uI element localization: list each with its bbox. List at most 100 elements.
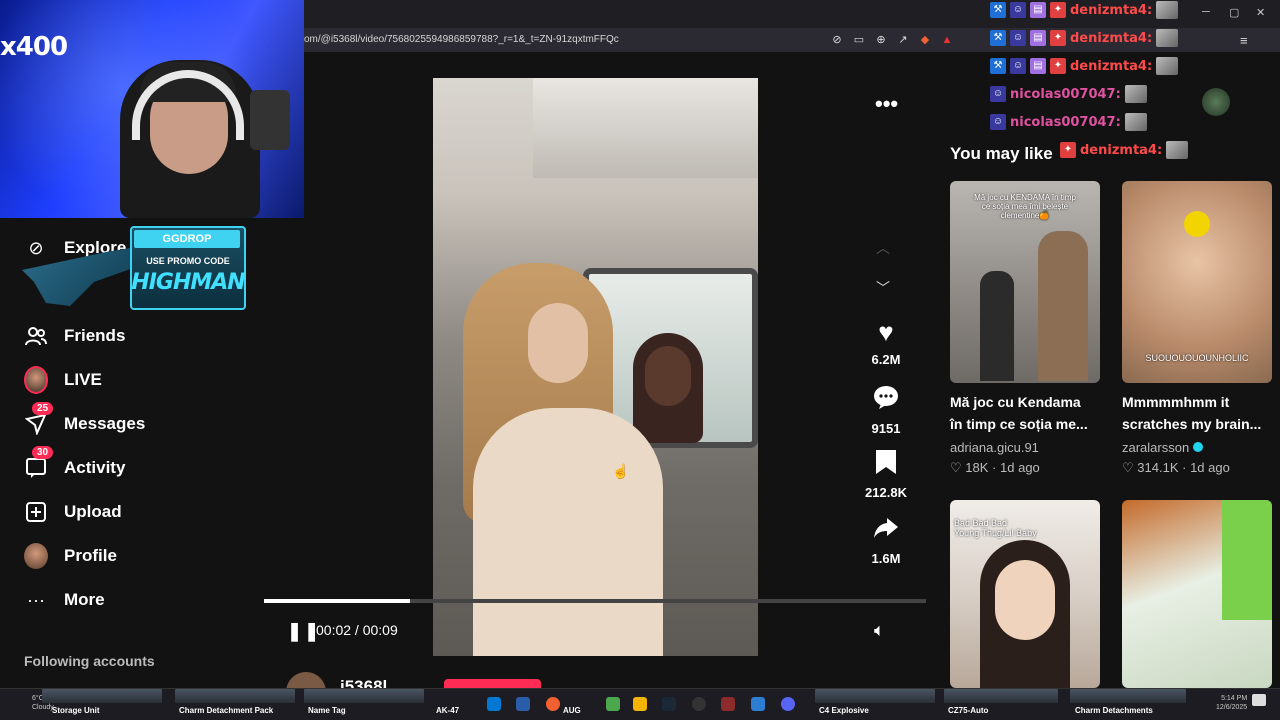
recommendation-likes: 18K <box>965 460 989 475</box>
stream-counter: x400 <box>0 32 68 62</box>
chat-emote <box>1124 113 1147 131</box>
recommendation-thumbnail[interactable] <box>1122 500 1272 688</box>
brave-browser-icon[interactable] <box>546 697 560 711</box>
badge-icon: ✦ <box>1050 58 1066 74</box>
badge-icon: ▤ <box>1030 2 1046 18</box>
url-text[interactable]: om/@i5368l/video/7568025594986859788?_r=… <box>304 34 619 45</box>
chat-message: ⚒ ☺ ▤ ✦ denizmta4: <box>990 0 1179 20</box>
brave-shield-icon[interactable]: ◆ <box>918 33 932 47</box>
screen: { "browser": { "url": "om/@i5368l/video/… <box>0 0 1280 720</box>
taskbar-item[interactable]: C4 Explosive <box>819 706 869 715</box>
chat-emote <box>1166 141 1189 159</box>
close-icon[interactable]: ✕ <box>1256 6 1265 19</box>
comment-button[interactable]: 9151 <box>856 384 916 436</box>
menu-icon[interactable]: ≡ <box>1240 33 1248 48</box>
recommendation-user[interactable]: adriana.gicu.91 <box>950 440 1039 455</box>
recommendation-meta: ♡ 18K · 1d ago <box>950 460 1040 476</box>
save-button[interactable]: 212.8K <box>856 450 916 500</box>
rewards-icon[interactable]: ▲ <box>940 33 954 47</box>
app-icon[interactable] <box>751 697 765 711</box>
zoom-icon[interactable]: ⊕ <box>874 33 888 47</box>
recommendation-thumbnail[interactable]: SUOUOUOUOUNHOLIIC <box>1122 181 1272 383</box>
like-button[interactable]: ♥ 6.2M <box>856 318 916 367</box>
taskbar-item[interactable]: Storage Unit <box>52 706 100 715</box>
sidebar-item-upload[interactable]: Upload <box>24 496 122 528</box>
badge-icon: ⚒ <box>990 30 1006 46</box>
recommendation-user-name: zaralarsson <box>1122 440 1190 455</box>
user-avatar[interactable] <box>1202 88 1230 116</box>
sidebar-item-messages[interactable]: 25 Messages <box>24 402 145 440</box>
chat-message: ⚒ ☺ ▤ ✦ denizmta4: <box>990 28 1179 48</box>
upload-icon <box>24 500 48 524</box>
chat-message: ✦ denizmta4: <box>1060 140 1189 160</box>
chat-message: ⚒ ☺ ▤ ✦ denizmta4: <box>990 56 1179 76</box>
recommendation-likes: 314.1K <box>1137 460 1179 475</box>
chat-message: ☺ nicolas007047: <box>990 112 1147 132</box>
discord-icon[interactable] <box>781 697 795 711</box>
messages-icon: 25 <box>24 402 54 436</box>
reader-icon[interactable]: ▭ <box>852 33 866 47</box>
video-time: 00:02 / 00:09 <box>316 622 398 638</box>
share-arrow-icon <box>856 516 916 545</box>
comment-count: 9151 <box>871 421 901 436</box>
sidebar-item-live[interactable]: LIVE <box>24 364 102 396</box>
mute-tab-icon[interactable]: ⊘ <box>830 33 844 47</box>
promo-code: HIGHMAN <box>131 270 245 295</box>
sidebar-item-label: Friends <box>64 326 126 345</box>
video-scene-body <box>473 408 663 656</box>
weather-desc: Cloudy <box>32 704 54 711</box>
chat-emote <box>1156 1 1179 19</box>
sidebar-item-profile[interactable]: Profile <box>24 540 117 572</box>
app-icon[interactable] <box>721 697 735 711</box>
badge-icon: ☺ <box>1010 30 1026 46</box>
recommendation-title[interactable]: Mmmmmhmm it scratches my brain... <box>1122 391 1272 435</box>
next-video-icon[interactable]: ﹀ <box>876 278 890 298</box>
more-options-icon[interactable]: ••• <box>875 93 898 115</box>
previous-video-icon[interactable]: ︿ <box>876 238 890 258</box>
recommendation-thumbnail[interactable]: Mă joc cu KENDAMA în timp ce soția mea î… <box>950 181 1100 383</box>
recommendation-title-line: în timp ce soția me... <box>950 416 1088 432</box>
notification-icon[interactable] <box>1252 694 1266 706</box>
taskbar-item[interactable]: Charm Detachments <box>1075 706 1153 715</box>
windows-start-icon[interactable] <box>487 697 501 711</box>
taskbar-item[interactable]: Charm Detachment Pack <box>179 706 273 715</box>
taskbar-item[interactable]: CZ75-Auto <box>948 706 988 715</box>
minimize-icon[interactable]: ─ <box>1202 6 1210 18</box>
recommendation-thumbnail[interactable]: Bad Bad Bad Young Thug/Lil Baby <box>950 500 1100 688</box>
taskbar-item[interactable]: Name Tag <box>308 706 346 715</box>
recommendation-age: 1d ago <box>1000 460 1040 475</box>
clock-time: 5:14 PM <box>1221 695 1248 702</box>
obs-icon[interactable] <box>692 697 706 711</box>
folder-icon[interactable] <box>633 697 647 711</box>
volume-icon[interactable]: 🔈︎ <box>874 620 885 641</box>
badge-icon: ✦ <box>1050 30 1066 46</box>
system-clock[interactable]: 5:14 PM 12/6/2025 <box>1216 694 1247 712</box>
profile-avatar <box>24 543 48 569</box>
app-icon[interactable] <box>606 697 620 711</box>
recommendation-title-line: scratches my brain... <box>1122 416 1262 432</box>
sidebar-item-activity[interactable]: 30 Activity <box>24 446 125 484</box>
video-progress-bar[interactable] <box>264 599 926 603</box>
share-icon[interactable]: ↗ <box>896 33 910 47</box>
activity-icon: 30 <box>24 446 54 480</box>
weapon-graphic <box>22 246 142 306</box>
taskbar-item[interactable]: AK-47 <box>436 706 459 715</box>
taskbar-item[interactable]: AUG <box>563 706 581 715</box>
friends-icon <box>24 324 48 348</box>
sidebar-item-friends[interactable]: Friends <box>24 320 125 352</box>
badge-icon: ☺ <box>1010 2 1026 18</box>
maximize-icon[interactable]: ▢ <box>1229 6 1239 19</box>
share-button[interactable]: 1.6M <box>856 516 916 566</box>
chat-username: denizmta4: <box>1070 2 1153 18</box>
video-frame[interactable] <box>433 78 758 656</box>
taskbar-item-bar <box>1070 689 1186 703</box>
thumbnail-face <box>995 560 1055 640</box>
recommendation-age: 1d ago <box>1190 460 1230 475</box>
thumbnail-tub <box>1222 500 1272 620</box>
recommendation-title[interactable]: Mă joc cu Kendama în timp ce soția me... <box>950 391 1100 435</box>
sidebar-item-label: Upload <box>64 502 122 521</box>
sidebar-item-more[interactable]: ··· More <box>24 584 105 616</box>
task-view-icon[interactable] <box>516 697 530 711</box>
steam-icon[interactable] <box>662 697 676 711</box>
recommendation-user[interactable]: zaralarsson <box>1122 440 1204 455</box>
